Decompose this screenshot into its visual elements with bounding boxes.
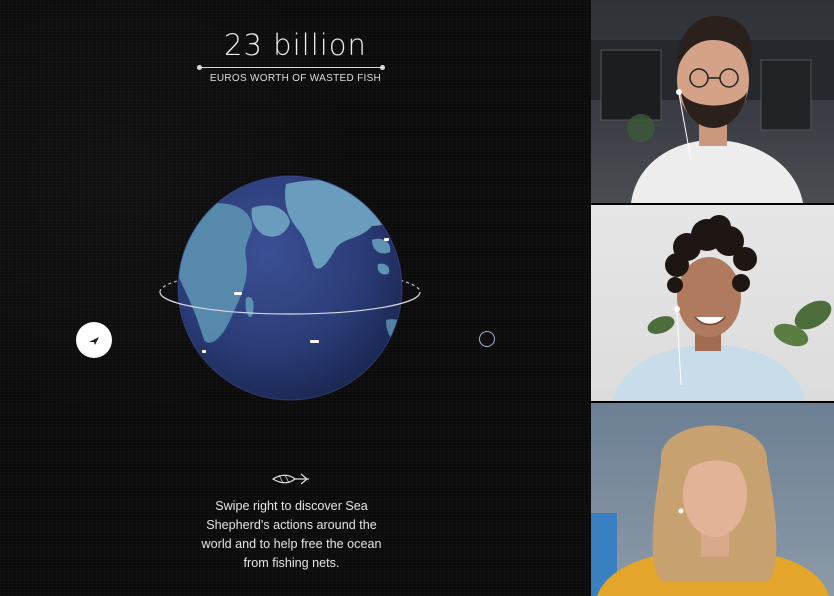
participant-2-video — [613, 215, 832, 401]
participant-3-video — [591, 425, 829, 596]
headline-subtitle: EUROS WORTH OF WASTED FISH — [209, 73, 382, 84]
arrow-pointer-icon — [89, 337, 99, 345]
participant-video-tile-2[interactable] — [591, 205, 834, 401]
previous-slide-button[interactable] — [76, 322, 112, 358]
participant-1-video — [591, 15, 834, 203]
headline-rule-dot-right — [380, 65, 385, 70]
boat-marker[interactable] — [202, 350, 206, 353]
boat-marker[interactable] — [234, 292, 242, 295]
boat-marker[interactable] — [384, 238, 389, 241]
boat-marker[interactable] — [310, 340, 319, 343]
fishing-net-icon — [271, 473, 309, 485]
participant-video-tile-1[interactable] — [591, 0, 834, 203]
next-slide-button[interactable] — [479, 331, 495, 347]
globe-graphic[interactable] — [150, 170, 430, 410]
presentation-stage: 23 billion EUROS WORTH OF WASTED FISH Sw… — [0, 0, 591, 596]
swipe-instructions: Swipe right to discover Sea Shepherd's a… — [201, 499, 382, 570]
participant-video-tile-3[interactable] — [591, 403, 834, 596]
headline-rule — [199, 67, 383, 68]
headline-stat: 23 billion — [224, 28, 367, 62]
